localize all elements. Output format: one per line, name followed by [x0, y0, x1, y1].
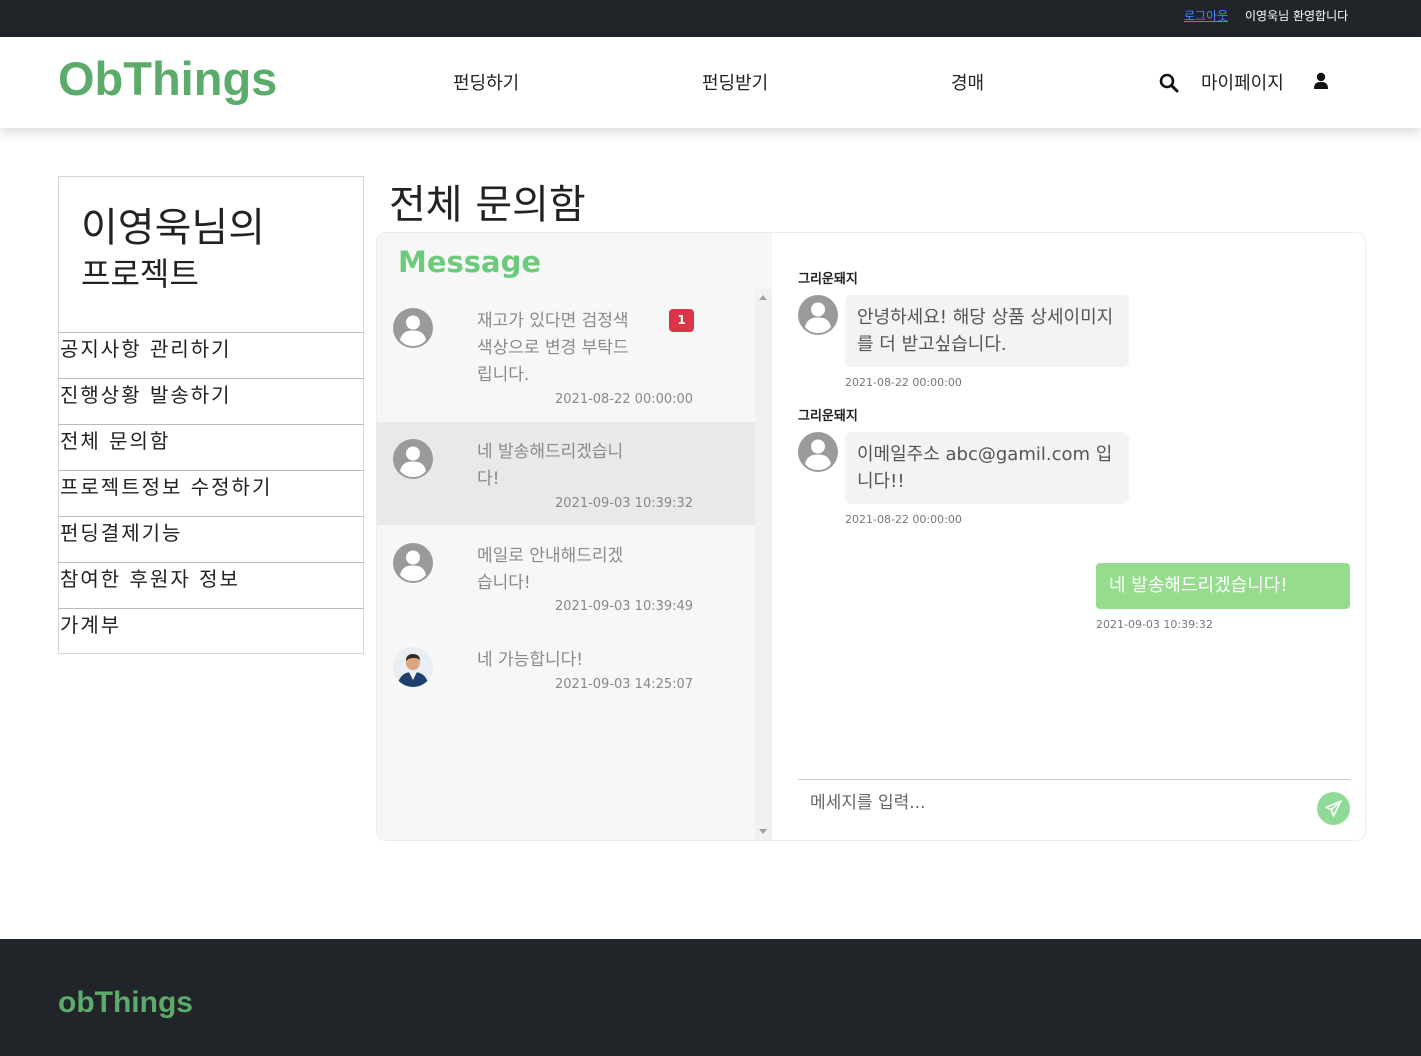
nav-auction[interactable]: 경매	[951, 69, 984, 95]
photo-avatar-icon	[393, 647, 433, 687]
message-time: 2021-09-03 10:39:32	[1096, 618, 1213, 631]
conversation-item[interactable]: 네 발송해드리겠습니다! 2021-09-03 10:39:32	[377, 422, 755, 525]
sidebar-item-label: 진행상황 발송하기	[60, 383, 232, 407]
sidebar-item-payment[interactable]: 펀딩결제기능	[58, 516, 364, 562]
site-logo[interactable]: ObThings	[58, 51, 277, 106]
conversation-preview: 메일로 안내해드리겠습니다!	[477, 546, 624, 593]
sidebar-item-label: 펀딩결제기능	[60, 521, 183, 545]
conversation-preview: 네 가능합니다!	[477, 650, 584, 670]
conversation-time: 2021-09-03 10:39:49	[555, 599, 694, 614]
conversation-scrollbar[interactable]	[755, 289, 772, 840]
incoming-message: 안녕하세요! 해당 상품 상세이미지를 더 받고싶습니다.	[845, 295, 1129, 367]
message-input[interactable]	[810, 788, 1290, 818]
sidebar-item-backers[interactable]: 참여한 후원자 정보	[58, 562, 364, 608]
sidebar-item-label: 프로젝트정보 수정하기	[60, 475, 273, 499]
default-avatar-icon	[798, 295, 838, 335]
default-avatar-icon	[393, 308, 433, 348]
search-icon[interactable]	[1159, 73, 1179, 93]
conversation-time: 2021-08-22 00:00:00	[555, 392, 694, 407]
default-avatar-icon	[393, 543, 433, 583]
message-panel: Message 재고가 있다면 검정색 색상으로 변경 부탁드립니다. 2021…	[376, 232, 1366, 841]
mypage-link[interactable]: 마이페이지	[1201, 69, 1284, 95]
nav-receive-funding[interactable]: 펀딩받기	[702, 69, 768, 95]
conversation-time: 2021-09-03 14:25:07	[555, 677, 694, 692]
unread-badge: 1	[669, 309, 694, 332]
sidebar-title-project: 프로젝트	[81, 255, 199, 293]
site-header: ObThings 펀딩하기 펀딩받기 경매 마이페이지	[0, 37, 1421, 128]
sidebar-item-label: 전체 문의함	[60, 429, 171, 453]
user-icon[interactable]	[1313, 72, 1329, 90]
conversation-item[interactable]: 네 가능합니다! 2021-09-03 14:25:07	[377, 629, 755, 709]
sidebar-item-label: 가계부	[60, 613, 122, 637]
sidebar-item-label: 공지사항 관리하기	[60, 337, 232, 361]
chat-window: 그리운돼지 안녕하세요! 해당 상품 상세이미지를 더 받고싶습니다. 2021…	[772, 233, 1365, 840]
logout-link[interactable]: 로그아웃	[1184, 7, 1228, 24]
message-sender: 그리운돼지	[798, 409, 858, 424]
incoming-message: 이메일주소 abc@gamil.com 입니다!!	[845, 432, 1129, 504]
sidebar-item-label: 참여한 후원자 정보	[60, 567, 240, 591]
message-composer	[798, 779, 1350, 825]
conversation-item[interactable]: 메일로 안내해드리겠습니다! 2021-09-03 10:39:49	[377, 525, 755, 629]
message-sender: 그리운돼지	[798, 272, 858, 287]
sidebar-item-progress[interactable]: 진행상황 발송하기	[58, 378, 364, 424]
conversation-time: 2021-09-03 10:39:32	[555, 496, 694, 511]
default-avatar-icon	[798, 432, 838, 472]
welcome-text: 이영욱님 환영합니다	[1245, 9, 1349, 23]
paper-plane-icon	[1325, 800, 1342, 817]
message-time: 2021-08-22 00:00:00	[845, 376, 962, 389]
outgoing-message: 네 발송해드리겠습니다!	[1096, 563, 1350, 609]
default-avatar-icon	[393, 439, 433, 479]
nav-funding[interactable]: 펀딩하기	[453, 69, 519, 95]
message-heading: Message	[398, 245, 542, 279]
conversation-list: Message 재고가 있다면 검정색 색상으로 변경 부탁드립니다. 2021…	[377, 233, 772, 840]
sidebar-title-owner: 이영욱님의	[81, 205, 265, 251]
sidebar-item-ledger[interactable]: 가계부	[58, 608, 364, 654]
page-title: 전체 문의함	[389, 182, 586, 228]
sidebar-item-edit-project[interactable]: 프로젝트정보 수정하기	[58, 470, 364, 516]
scroll-down-arrow-icon[interactable]	[759, 829, 767, 834]
project-sidebar: 이영욱님의 프로젝트 공지사항 관리하기 진행상황 발송하기 전체 문의함 프로…	[58, 176, 364, 654]
conversation-preview: 네 발송해드리겠습니다!	[477, 442, 624, 489]
conversation-item[interactable]: 재고가 있다면 검정색 색상으로 변경 부탁드립니다. 2021-08-22 0…	[377, 289, 755, 422]
send-button[interactable]	[1317, 792, 1350, 825]
site-footer: obThings	[0, 939, 1421, 1056]
sidebar-item-notice[interactable]: 공지사항 관리하기	[58, 332, 364, 378]
scroll-up-arrow-icon[interactable]	[759, 295, 767, 300]
top-bar: 로그아웃 이영욱님 환영합니다	[0, 0, 1421, 37]
conversation-preview: 재고가 있다면 검정색 색상으로 변경 부탁드립니다.	[477, 311, 629, 385]
message-time: 2021-08-22 00:00:00	[845, 513, 962, 526]
sidebar-item-inquiries[interactable]: 전체 문의함	[58, 424, 364, 470]
footer-logo[interactable]: obThings	[58, 986, 193, 1020]
